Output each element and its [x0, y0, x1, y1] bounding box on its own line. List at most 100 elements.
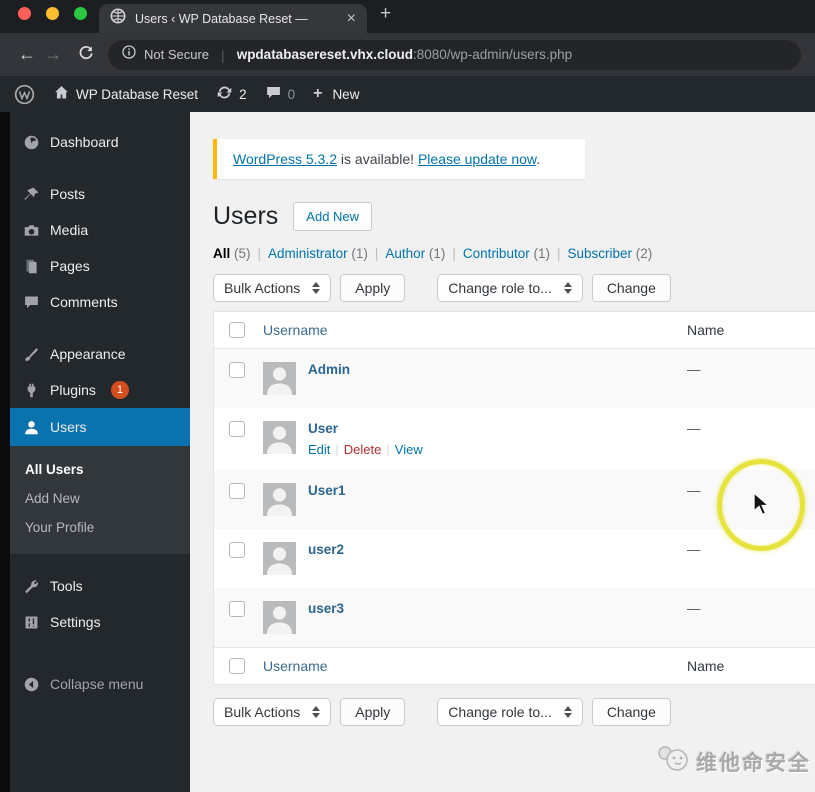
window-controls [18, 7, 87, 20]
admin-content: WordPress 5.3.2 is available! Please upd… [190, 112, 815, 792]
sidebar-item-plugins[interactable]: Plugins 1 [10, 372, 190, 408]
delete-link[interactable]: Delete [344, 442, 382, 457]
update-icon [216, 84, 233, 104]
page-title: Users [213, 202, 279, 230]
pushpin-icon [24, 187, 39, 200]
edit-link[interactable]: Edit [308, 442, 330, 457]
filter-author[interactable]: Author [385, 246, 425, 261]
select-all-checkbox[interactable] [229, 322, 245, 338]
left-edge-strip [0, 112, 10, 792]
zoom-window-button[interactable] [74, 7, 87, 20]
filter-all[interactable]: All [213, 246, 230, 261]
wp-admin-bar: WP Database Reset 2 0 + New [0, 76, 815, 112]
updates-count: 2 [239, 86, 247, 102]
close-window-button[interactable] [18, 7, 31, 20]
row-checkbox[interactable] [229, 542, 245, 558]
updates-indicator[interactable]: 2 [216, 84, 247, 104]
info-icon[interactable] [122, 45, 136, 64]
select-arrows-icon [563, 282, 572, 294]
select-all-checkbox[interactable] [229, 658, 245, 674]
watermark-text: 维他命安全 [696, 751, 811, 775]
back-button[interactable]: ← [14, 44, 40, 65]
users-submenu: All Users Add New Your Profile [10, 446, 190, 554]
sidebar-item-posts[interactable]: Posts [10, 176, 190, 212]
column-footer-name: Name [687, 658, 725, 674]
filter-subscriber[interactable]: Subscriber [568, 246, 633, 261]
column-footer-username[interactable]: Username [258, 658, 687, 674]
watermark: 维他命安全 [656, 744, 811, 779]
reload-button[interactable] [72, 44, 98, 66]
change-role-select[interactable]: Change role to... [437, 698, 583, 726]
username-link[interactable]: User [308, 420, 338, 436]
sidebar-item-comments[interactable]: Comments [10, 284, 190, 320]
sidebar-item-pages[interactable]: Pages [10, 248, 190, 284]
apply-button[interactable]: Apply [340, 698, 406, 726]
user-icon [25, 420, 38, 434]
username-link[interactable]: Admin [308, 361, 350, 377]
address-bar[interactable]: Not Secure | wpdatabasereset.vhx.cloud:8… [108, 39, 801, 70]
apply-button[interactable]: Apply [340, 274, 406, 302]
forward-button: → [44, 44, 62, 64]
notice-text: is available! [337, 151, 418, 167]
submenu-item-add-new[interactable]: Add New [10, 484, 190, 513]
bulk-actions-select[interactable]: Bulk Actions [213, 698, 332, 726]
bulk-actions-select[interactable]: Bulk Actions [213, 274, 332, 302]
table-header-row: Username Name [214, 312, 815, 349]
sidebar-item-settings[interactable]: Settings [10, 604, 190, 640]
submenu-item-your-profile[interactable]: Your Profile [10, 513, 190, 542]
submenu-item-all-users[interactable]: All Users [10, 455, 190, 484]
sidebar-item-users[interactable]: Users [10, 408, 199, 446]
url-domain: wpdatabasereset.vhx.cloud [236, 46, 413, 62]
sidebar-item-dashboard[interactable]: Dashboard [10, 124, 190, 160]
change-role-select[interactable]: Change role to... [437, 274, 583, 302]
change-button[interactable]: Change [591, 274, 671, 302]
filter-administrator[interactable]: Administrator [268, 246, 348, 261]
camera-icon [24, 224, 39, 236]
update-now-link[interactable]: Please update now [418, 151, 536, 167]
add-new-button[interactable]: Add New [293, 202, 373, 231]
sidebar-item-media[interactable]: Media [10, 212, 190, 248]
select-arrows-icon [312, 706, 321, 718]
dashboard-icon [24, 135, 39, 149]
table-row: user3 — [214, 588, 815, 647]
site-name: WP Database Reset [76, 86, 199, 102]
view-link[interactable]: View [395, 442, 423, 457]
site-menu[interactable]: WP Database Reset [53, 84, 198, 104]
browser-toolbar: ← → Not Secure | wpdatabasereset.vhx.clo… [0, 33, 815, 76]
column-header-username[interactable]: Username [258, 322, 687, 338]
table-row: user2 — [214, 529, 815, 588]
admin-sidebar: Dashboard Posts Media Pages Comments App… [10, 112, 199, 792]
wordpress-version-link[interactable]: WordPress 5.3.2 [233, 151, 337, 167]
url-path: :8080/wp-admin/users.php [413, 46, 573, 62]
username-link[interactable]: User1 [308, 482, 346, 498]
avatar [263, 542, 296, 575]
browser-tab[interactable]: Users ‹ WP Database Reset — × [99, 4, 367, 33]
sidebar-item-tools[interactable]: Tools [10, 568, 190, 604]
select-arrows-icon [563, 706, 572, 718]
filter-contributor[interactable]: Contributor [463, 246, 530, 261]
url-text[interactable]: wpdatabasereset.vhx.cloud:8080/wp-admin/… [237, 46, 572, 64]
new-tab-button[interactable]: + [380, 3, 391, 25]
username-link[interactable]: user3 [308, 600, 344, 616]
name-cell: — [687, 601, 701, 616]
favicon-icon [110, 8, 126, 29]
sidebar-item-appearance[interactable]: Appearance [10, 336, 190, 372]
change-button[interactable]: Change [591, 698, 671, 726]
table-row: Admin — [214, 349, 815, 408]
bottom-bulk-actions-row: Bulk Actions Apply Change role to... Cha… [213, 698, 815, 726]
tab-close-icon[interactable]: × [347, 10, 356, 27]
comment-bubble-icon [265, 84, 282, 104]
row-checkbox[interactable] [229, 362, 245, 378]
pages-icon [26, 259, 37, 273]
wordpress-logo-icon[interactable] [14, 84, 35, 105]
not-secure-label[interactable]: Not Secure [144, 47, 209, 62]
minimize-window-button[interactable] [46, 7, 59, 20]
comments-indicator[interactable]: 0 [265, 84, 295, 104]
new-content-menu[interactable]: + New [313, 85, 359, 103]
username-link[interactable]: user2 [308, 541, 344, 557]
row-checkbox[interactable] [229, 483, 245, 499]
sidebar-item-collapse-menu[interactable]: Collapse menu [10, 666, 190, 702]
row-checkbox[interactable] [229, 421, 245, 437]
home-icon [53, 84, 70, 104]
row-checkbox[interactable] [229, 601, 245, 617]
